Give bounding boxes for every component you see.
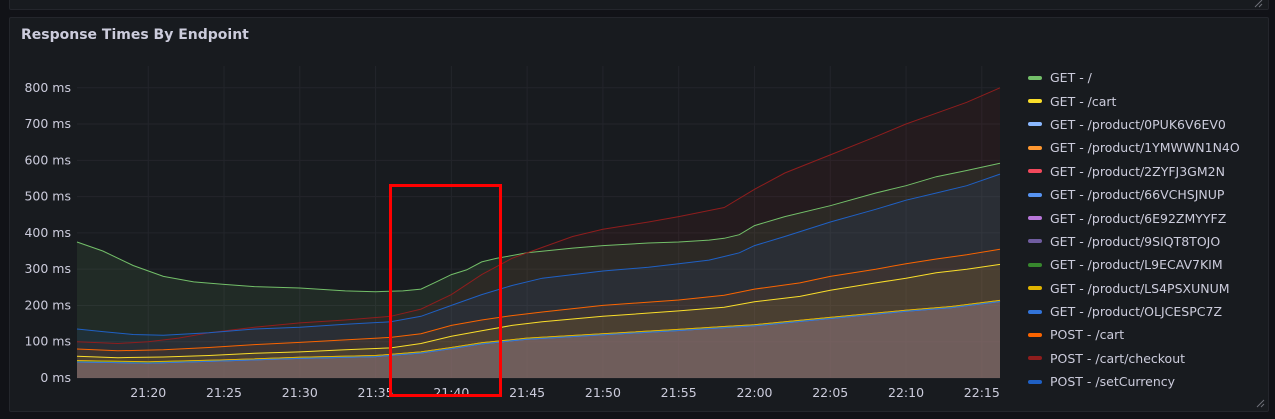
- x-tick-label: 22:15: [964, 385, 1000, 400]
- legend-swatch: [1028, 99, 1042, 104]
- legend-item[interactable]: GET - /product/LS4PSXUNUM: [1028, 277, 1240, 300]
- legend-swatch: [1028, 262, 1042, 267]
- x-tick-label: 21:25: [206, 385, 242, 400]
- y-axis-ticks: 0 ms 100 ms 200 ms 300 ms 400 ms 500 ms 600 ms…: [24, 80, 71, 385]
- x-tick-label: 22:05: [812, 385, 848, 400]
- legend-swatch: [1028, 169, 1042, 174]
- legend-item[interactable]: POST - /setCurrency: [1028, 370, 1240, 393]
- legend-label: GET - /product/L9ECAV7KIM: [1050, 257, 1223, 273]
- legend-item[interactable]: GET - /product/OLJCESPC7Z: [1028, 300, 1240, 323]
- legend-label: GET - /product/2ZYFJ3GM2N: [1050, 163, 1225, 179]
- legend-label: GET - /: [1050, 70, 1092, 86]
- legend-item[interactable]: GET - /product/66VCHSJNUP: [1028, 183, 1240, 206]
- previous-panel-edge: [9, 0, 1269, 10]
- legend-swatch: [1028, 356, 1042, 361]
- legend-label: GET - /product/0PUK6V6EV0: [1050, 116, 1226, 132]
- legend-swatch: [1028, 332, 1042, 337]
- legend-item[interactable]: POST - /cart: [1028, 323, 1240, 346]
- y-tick-label: 200 ms: [24, 297, 71, 312]
- legend-item[interactable]: GET - /cart: [1028, 89, 1240, 112]
- legend-swatch: [1028, 216, 1042, 221]
- y-tick-label: 500 ms: [24, 189, 71, 204]
- y-tick-label: 700 ms: [24, 116, 71, 131]
- legend-swatch: [1028, 75, 1042, 80]
- top-panel-resize-handle[interactable]: [1253, 0, 1263, 10]
- y-tick-label: 800 ms: [24, 80, 71, 95]
- legend-item[interactable]: GET - /product/0PUK6V6EV0: [1028, 113, 1240, 136]
- legend-item[interactable]: GET - /product/2ZYFJ3GM2N: [1028, 160, 1240, 183]
- x-tick-label: 21:50: [585, 385, 621, 400]
- y-tick-label: 100 ms: [24, 334, 71, 349]
- x-tick-label: 21:30: [282, 385, 318, 400]
- x-tick-label: 21:55: [661, 385, 697, 400]
- legend-label: POST - /setCurrency: [1050, 374, 1176, 390]
- y-tick-label: 400 ms: [24, 225, 71, 240]
- legend-item[interactable]: GET - /: [1028, 66, 1240, 89]
- legend-label: GET - /product/LS4PSXUNUM: [1050, 280, 1230, 296]
- legend-swatch: [1028, 239, 1042, 244]
- legend-item[interactable]: GET - /product/L9ECAV7KIM: [1028, 253, 1240, 276]
- legend-item[interactable]: GET - /product/9SIQT8TOJO: [1028, 230, 1240, 253]
- legend-label: GET - /cart: [1050, 93, 1117, 109]
- x-tick-label: 21:20: [130, 385, 166, 400]
- x-tick-label: 21:45: [509, 385, 545, 400]
- legend-label: POST - /cart: [1050, 327, 1125, 343]
- x-axis-ticks: 21:20 21:25 21:30 21:35 21:40 21:45 21:50 21:55…: [130, 385, 1000, 400]
- x-tick-label: 22:10: [888, 385, 924, 400]
- legend-label: POST - /cart/checkout: [1050, 350, 1186, 366]
- highlight-box: [389, 184, 502, 397]
- y-tick-label: 600 ms: [24, 152, 71, 167]
- legend-swatch: [1028, 145, 1042, 150]
- legend-swatch: [1028, 286, 1042, 291]
- x-tick-label: 22:00: [736, 385, 772, 400]
- legend-label: GET - /product/9SIQT8TOJO: [1050, 233, 1221, 249]
- legend-label: GET - /product/66VCHSJNUP: [1050, 187, 1225, 203]
- panel-resize-handle[interactable]: [1255, 398, 1265, 408]
- legend-label: GET - /product/6E92ZMYYFZ: [1050, 210, 1227, 226]
- legend-swatch: [1028, 379, 1042, 384]
- legend: GET - / GET - /cart GET - /product/0PUK6V6…: [1028, 66, 1240, 393]
- legend-item[interactable]: POST - /cart/checkout: [1028, 347, 1240, 370]
- legend-label: GET - /product/1YMWWN1N4O: [1050, 140, 1240, 156]
- legend-label: GET - /product/OLJCESPC7Z: [1050, 304, 1223, 320]
- y-tick-label: 0 ms: [40, 370, 71, 385]
- legend-swatch: [1028, 309, 1042, 314]
- chart-panel: Response Times By Endpoint 0 ms 100 ms 200…: [9, 17, 1269, 412]
- legend-swatch: [1028, 192, 1042, 197]
- legend-item[interactable]: GET - /product/6E92ZMYYFZ: [1028, 206, 1240, 229]
- legend-swatch: [1028, 122, 1042, 127]
- legend-item[interactable]: GET - /product/1YMWWN1N4O: [1028, 136, 1240, 159]
- y-tick-label: 300 ms: [24, 261, 71, 276]
